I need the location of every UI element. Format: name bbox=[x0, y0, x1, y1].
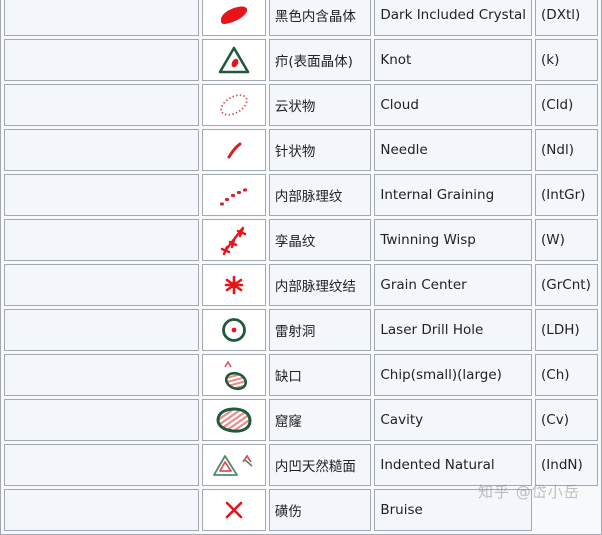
english-name: Grain Center bbox=[374, 264, 533, 306]
chinese-name: 疖(表面晶体) bbox=[268, 39, 372, 81]
empty-cell bbox=[4, 399, 200, 441]
table-row: 云状物 Cloud (Cld) bbox=[4, 84, 598, 126]
abbreviation: (LDH) bbox=[535, 309, 598, 351]
english-name: Chip(small)(large) bbox=[374, 354, 533, 396]
abbreviation: (IntGr) bbox=[535, 174, 598, 216]
table-row: 雷射洞 Laser Drill Hole (LDH) bbox=[4, 309, 598, 351]
chinese-name: 内部脉理纹 bbox=[268, 174, 372, 216]
abbreviation: (Cld) bbox=[535, 84, 598, 126]
table-row: 内凹天然糙面 Indented Natural (IndN) bbox=[4, 444, 598, 486]
table-row: 窟窿 Cavity (Cv) bbox=[4, 399, 598, 441]
abbreviation: (IndN) bbox=[535, 444, 598, 486]
table-row: 疖(表面晶体) Knot (k) bbox=[4, 39, 598, 81]
internal-graining-icon bbox=[220, 188, 248, 206]
bruise-icon bbox=[225, 501, 243, 519]
english-name: Indented Natural bbox=[374, 444, 533, 486]
chinese-name: 雷射洞 bbox=[268, 309, 372, 351]
icon-cell bbox=[202, 129, 266, 171]
empty-cell bbox=[4, 489, 200, 531]
icon-cell bbox=[202, 309, 266, 351]
chinese-name: 云状物 bbox=[268, 84, 372, 126]
empty-cell bbox=[4, 174, 200, 216]
empty-cell bbox=[4, 309, 200, 351]
abbreviation: (k) bbox=[535, 39, 598, 81]
inclusion-legend-table: 黑色内含晶体 Dark Included Crystal (DXtl) 疖(表面… bbox=[0, 0, 602, 535]
dark-included-crystal-icon bbox=[221, 6, 248, 24]
english-name: Cloud bbox=[374, 84, 533, 126]
icon-cell bbox=[202, 444, 266, 486]
abbreviation: (Ndl) bbox=[535, 129, 598, 171]
icon-cell bbox=[202, 354, 266, 396]
icon-cell bbox=[202, 0, 266, 36]
table-row: 内部脉理纹结 Grain Center (GrCnt) bbox=[4, 264, 598, 306]
chinese-name: 内部脉理纹结 bbox=[268, 264, 372, 306]
abbreviation: (GrCnt) bbox=[535, 264, 598, 306]
icon-cell bbox=[202, 489, 266, 531]
watermark: 知乎 @岱小岳 bbox=[478, 483, 580, 501]
english-name: Twinning Wisp bbox=[374, 219, 533, 261]
abbreviation: (W) bbox=[535, 219, 598, 261]
chinese-name: 缺口 bbox=[268, 354, 372, 396]
chinese-name: 孪晶纹 bbox=[268, 219, 372, 261]
chinese-name: 黑色内含晶体 bbox=[268, 0, 372, 36]
cloud-icon bbox=[220, 94, 248, 116]
icon-cell bbox=[202, 219, 266, 261]
empty-cell bbox=[4, 129, 200, 171]
laser-drill-hole-icon bbox=[222, 318, 246, 342]
english-name: Needle bbox=[374, 129, 533, 171]
table-row: 内部脉理纹 Internal Graining (IntGr) bbox=[4, 174, 598, 216]
empty-cell bbox=[4, 39, 200, 81]
abbreviation: (Ch) bbox=[535, 354, 598, 396]
empty-cell bbox=[4, 444, 200, 486]
chinese-name: 内凹天然糙面 bbox=[268, 444, 372, 486]
english-name: Knot bbox=[374, 39, 533, 81]
icon-cell bbox=[202, 264, 266, 306]
table-row: 黑色内含晶体 Dark Included Crystal (DXtl) bbox=[4, 0, 598, 36]
icon-cell bbox=[202, 174, 266, 216]
icon-cell bbox=[202, 84, 266, 126]
english-name: Dark Included Crystal bbox=[374, 0, 533, 36]
abbreviation: (Cv) bbox=[535, 399, 598, 441]
abbreviation: (DXtl) bbox=[535, 0, 598, 36]
cavity-icon bbox=[216, 407, 252, 433]
icon-cell bbox=[202, 39, 266, 81]
twinning-wisp-icon bbox=[220, 226, 247, 256]
indented-natural-icon bbox=[213, 454, 253, 476]
table-row: 针状物 Needle (Ndl) bbox=[4, 129, 598, 171]
table-row: 孪晶纹 Twinning Wisp (W) bbox=[4, 219, 598, 261]
chip-icon bbox=[224, 360, 248, 391]
english-name: Cavity bbox=[374, 399, 533, 441]
chinese-name: 窟窿 bbox=[268, 399, 372, 441]
table-row: 缺口 Chip(small)(large) (Ch) bbox=[4, 354, 598, 396]
english-name: Internal Graining bbox=[374, 174, 533, 216]
chinese-name: 针状物 bbox=[268, 129, 372, 171]
empty-cell bbox=[4, 84, 200, 126]
empty-cell bbox=[4, 354, 200, 396]
english-name: Laser Drill Hole bbox=[374, 309, 533, 351]
chinese-name: 磺伤 bbox=[268, 489, 372, 531]
icon-cell bbox=[202, 399, 266, 441]
empty-cell bbox=[4, 0, 200, 36]
needle-icon bbox=[227, 142, 242, 159]
empty-cell bbox=[4, 219, 200, 261]
empty-cell bbox=[4, 264, 200, 306]
grain-center-icon bbox=[224, 275, 244, 295]
knot-icon bbox=[218, 46, 250, 74]
